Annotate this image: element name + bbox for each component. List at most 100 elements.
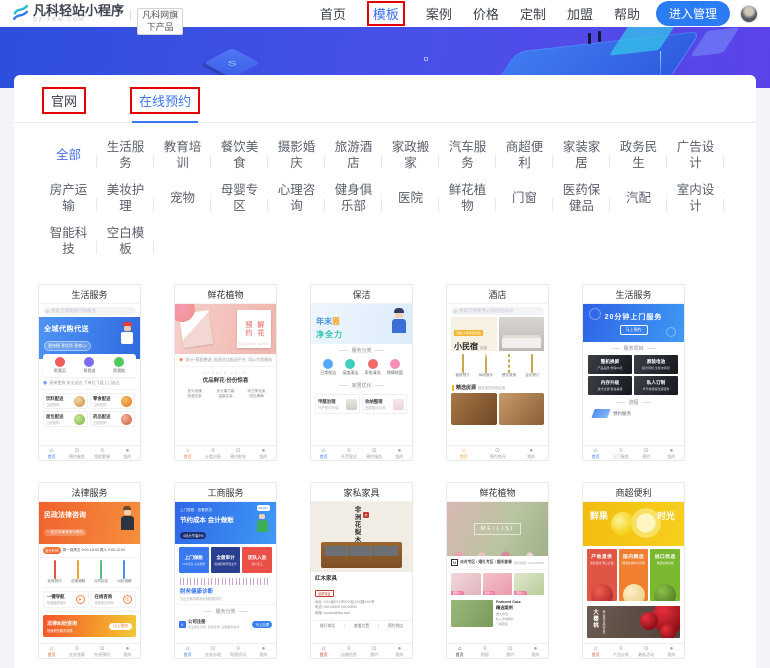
- enter-admin-button[interactable]: 进入管理: [656, 1, 730, 26]
- home-icon: ⌂: [594, 448, 598, 454]
- arrow-icon: ➤: [76, 595, 85, 604]
- home-icon: ⌂: [462, 448, 466, 454]
- tab-online-booking[interactable]: 在线预约: [130, 87, 200, 122]
- category-item[interactable]: 医药保健品: [553, 180, 610, 216]
- search-icon: [46, 310, 49, 313]
- category-item[interactable]: 政务民生: [610, 137, 667, 173]
- home-icon: ⌂: [322, 646, 326, 652]
- category-item[interactable]: 旅游酒店: [325, 137, 382, 173]
- phone-tabbar: ⌂首页 ≡上门服务 ⊙预约 ●我的: [583, 445, 684, 460]
- template-card-law[interactable]: 法律服务 民政法律咨询 一站式法律咨询与预约 营业时间周一到周五 9:00-18…: [38, 482, 141, 659]
- template-card-repair[interactable]: 生活服务 20分钟上门服务 马上预约 服务项目 整机换屏产品品质 质保90天 原…: [582, 284, 685, 461]
- template-card-hotel[interactable]: 酒店 搜索您想要预订的民宿房间 高端 大宅特色民宿 小民宿 民宿 客房预订 休闲…: [446, 284, 549, 461]
- category-item[interactable]: 母婴专区: [211, 180, 268, 216]
- consult-banner: 法律纠纷咨询快速帮您解决问题 马上预约: [43, 615, 136, 637]
- card-title: 保洁: [311, 285, 412, 304]
- category-item[interactable]: 餐饮美食: [211, 137, 268, 173]
- phone-tabbar: ⌂首页 ⊙预约服务 ≡领取套餐 ●我的: [39, 445, 140, 460]
- tab-official-site[interactable]: 官网: [42, 87, 86, 122]
- home-icon: ⌂: [322, 448, 326, 454]
- card-title: 商超便利: [583, 483, 684, 502]
- category-item[interactable]: 家政搬家: [382, 137, 439, 173]
- template-card-fruit-store[interactable]: 商超便利 鲜果 时光 产地直供新鲜送达 安心之选 国内精选精选各类时令蔬果 进口…: [582, 482, 685, 659]
- decor-figure: [598, 31, 601, 42]
- user-avatar[interactable]: [740, 5, 758, 23]
- phone-tabbar: ⌂首页 ⊙预约房间 ●我的: [447, 445, 548, 460]
- service-tiles: 整机换屏产品品质 质保90天 原装电池超长待机 全新未拆封 内存升级技术过硬 极…: [583, 354, 684, 396]
- lawyer-illustration: [119, 506, 135, 530]
- template-card-cleaning[interactable]: 保洁 年末惠 净全力 全屋深度保洁 限时特价 服务分类 日常保洁 深度清洁 家电…: [310, 284, 413, 461]
- site-logo[interactable]: 凡科轻站小程序 QZ.FKW.COM: [12, 4, 124, 23]
- category-item[interactable]: 家装家居: [553, 137, 610, 173]
- section-title: 流程: [583, 399, 684, 406]
- room-photos: [447, 393, 548, 425]
- flow-step: 预约服务: [583, 408, 684, 419]
- category-item[interactable]: 室内设计: [667, 180, 724, 216]
- nav-item-join[interactable]: 加盟: [567, 4, 593, 23]
- decor-block: [690, 27, 740, 56]
- category-item[interactable]: 广告设计: [667, 137, 724, 173]
- phone-icon: ✆: [123, 595, 132, 604]
- nav-item-custom[interactable]: 定制: [520, 4, 546, 23]
- logo-subtitle: QZ.FKW.COM: [33, 18, 124, 23]
- accounting-banner: 上门做账 · 查看税况 节约成本 会计做账 4月大节省5% WeiXin: [175, 502, 276, 544]
- template-card-furniture[interactable]: 家私家具 非洲花梨木 木 红木家具 品质保证 地址: XXX省XXX市XXX区X…: [310, 482, 413, 659]
- clock-icon: ⊙: [644, 646, 649, 652]
- booking-card: 预约鲜花 FLOWER SHOP: [237, 310, 271, 348]
- brand-row: M 派对专区 / 婚礼专区 / 婚庆套餐 预约电话: 020-000000: [447, 556, 548, 570]
- fruit-banner: 鲜果 时光: [583, 502, 684, 546]
- room-photo: [499, 317, 544, 351]
- category-item[interactable]: 心理咨询: [268, 180, 325, 216]
- category-item[interactable]: 宠物: [154, 180, 211, 216]
- cherry-banner: 大樱桃 精心挑选 果园直发: [587, 606, 680, 638]
- nav-item-templates[interactable]: 模板: [367, 1, 405, 26]
- nav-item-help[interactable]: 帮助: [614, 4, 640, 23]
- cherry-decor: [660, 624, 676, 638]
- grid-icon: ≡: [75, 646, 79, 652]
- phone-tabbar: ⌂首页 ≡开荒保洁 ⊙预约服务 ●我的: [311, 445, 412, 460]
- template-card-accounting[interactable]: 工商服务 上门做账 · 查看税况 节约成本 会计做账 4月大节省5% WeiXi…: [174, 482, 277, 659]
- category-item[interactable]: 商超便利: [496, 137, 553, 173]
- store-actions: 拨打电话 查看位置 预约到店: [311, 620, 412, 629]
- nav-item-home[interactable]: 首页: [320, 4, 346, 23]
- category-item[interactable]: 健身俱乐部: [325, 180, 382, 216]
- section-title: 服务分类: [311, 347, 412, 354]
- section-title: 服务项目: [583, 345, 684, 352]
- nav-item-pricing[interactable]: 价格: [473, 4, 499, 23]
- category-item[interactable]: 教育培训: [154, 137, 211, 173]
- clock-icon: ⊙: [100, 646, 105, 652]
- store-info: 红木家具 品质保证 地址: XXX省XXX市XXX区XXX路XXX号 电话: 0…: [311, 572, 412, 618]
- phone-tabbar: ⌂首页 ≡相册 ⊙预约 ●我的: [447, 643, 548, 658]
- send-icon: [84, 357, 94, 367]
- category-item[interactable]: 鲜花植物: [439, 180, 496, 216]
- announcement: ◉设计+搭配赠送, 极速花店配送平台, 用心为您服务: [175, 354, 276, 367]
- category-item[interactable]: 空白模板: [97, 223, 154, 259]
- category-item[interactable]: 美妆护理: [97, 180, 154, 216]
- nav-item-cases[interactable]: 案例: [426, 4, 452, 23]
- category-filter: 全部 生活服务 教育培训 餐饮美食 摄影婚庆 旅游酒店 家政搬家 汽车服务 商超…: [14, 123, 756, 266]
- template-card-life-delivery[interactable]: 生活服务 搜索全城跑腿代购服务 全城代购代送 更快捷 更优质 更放心! 帮我买 …: [38, 284, 141, 461]
- category-item[interactable]: 医院: [382, 180, 439, 216]
- cherry-decor: [640, 612, 658, 630]
- section-title: 精选房源臻选品质特色民宿: [447, 381, 548, 393]
- home-icon: ⌂: [186, 448, 190, 454]
- category-item[interactable]: 门窗: [496, 180, 553, 216]
- furniture-hero: 非洲花梨木 木: [311, 502, 412, 572]
- home-icon: ⌂: [458, 646, 462, 652]
- template-card-wedding-flowers[interactable]: 鲜花植物 MEILISI M 派对专区 / 婚礼专区 / 婚庆套餐 预约电话: …: [446, 482, 549, 659]
- category-item[interactable]: 智能科技: [40, 223, 97, 259]
- category-item[interactable]: 汽车服务: [439, 137, 496, 173]
- grid-icon: ≡: [100, 448, 104, 454]
- category-item[interactable]: 摄影婚庆: [268, 137, 325, 173]
- category-all[interactable]: 全部: [40, 137, 97, 173]
- template-card-flowers[interactable]: 鲜花植物 预约鲜花 FLOWER SHOP ◉设计+搭配赠送, 极速花店配送平台…: [174, 284, 277, 461]
- speaker-icon: ◉: [43, 380, 47, 386]
- grid-icon: ≡: [619, 448, 623, 454]
- speaker-icon: ◉: [179, 357, 183, 363]
- category-item[interactable]: 汽配: [610, 180, 667, 216]
- grid-icon: ≡: [211, 448, 215, 454]
- home-icon: ⌂: [186, 646, 190, 652]
- section-title: 服务分类: [175, 608, 276, 615]
- category-item[interactable]: 生活服务: [97, 137, 154, 173]
- category-item[interactable]: 房产运输: [40, 180, 97, 216]
